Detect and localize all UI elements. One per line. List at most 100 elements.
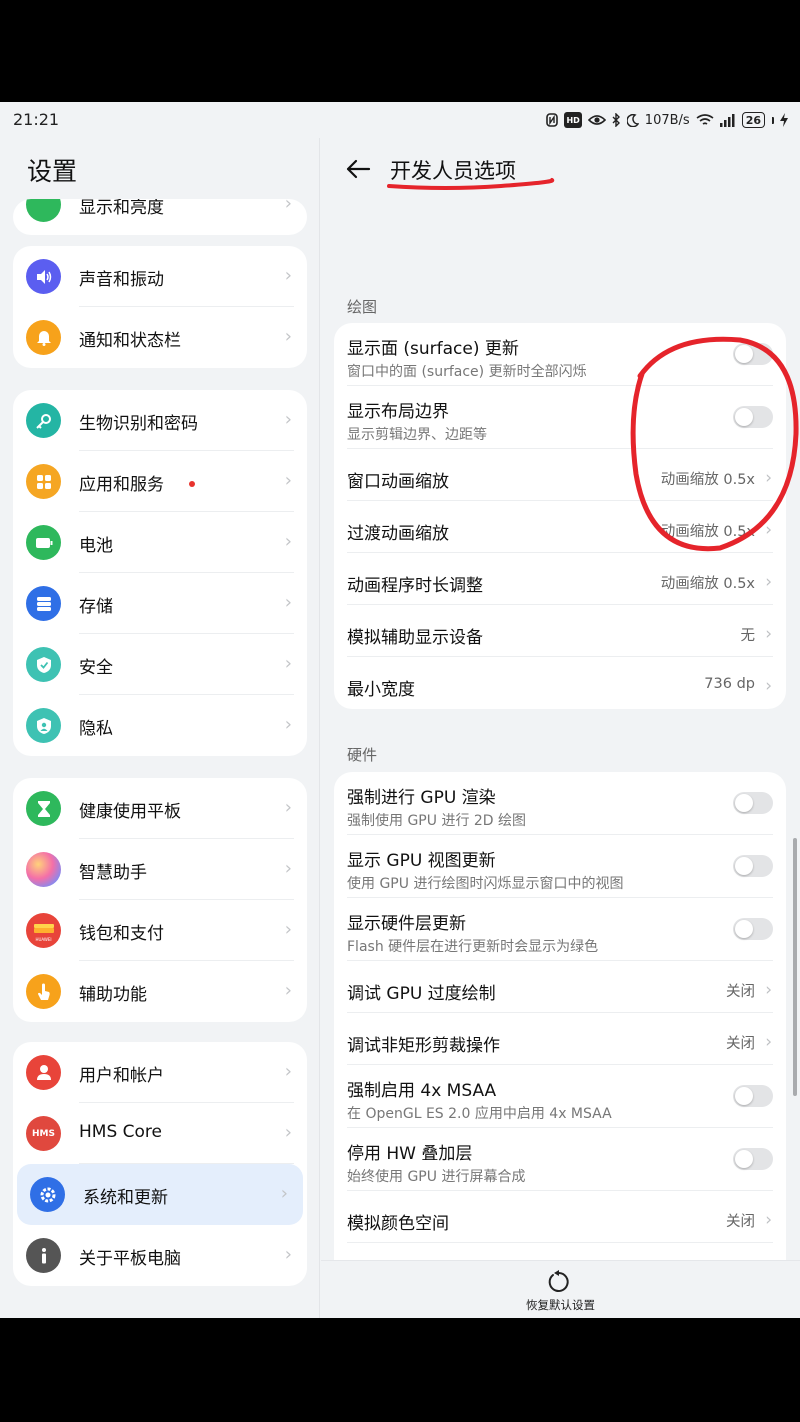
settings-item-label: 关于平板电脑 — [79, 1249, 181, 1269]
setting-title: 显示布局边界 — [347, 402, 449, 422]
settings-item-label: 显示和亮度 — [79, 199, 164, 218]
bell-icon — [26, 320, 61, 355]
settings-item-label: 存储 — [79, 597, 113, 617]
eye-icon — [587, 112, 606, 128]
setting-title: 显示 GPU 视图更新 — [347, 851, 496, 871]
net-speed: 107B/s — [644, 112, 690, 128]
chevron-right-icon: › — [284, 1122, 292, 1143]
settings-title: 设置 — [27, 157, 78, 186]
settings-item-key[interactable]: 生物识别和密码 › — [13, 390, 307, 451]
chevron-right-icon: › — [284, 1244, 292, 1265]
settings-item-hand[interactable]: 辅助功能 › — [13, 961, 307, 1022]
settings-item-speaker[interactable]: 声音和振动 › — [13, 246, 307, 307]
chevron-right-icon: › — [284, 919, 292, 940]
settings-group-2: 生物识别和密码 › 应用和服务 › 电池 › 存储 › 安全 › 隐私 › — [13, 390, 307, 756]
setting-value: 关闭 — [726, 1036, 755, 1052]
setting-title: 窗口动画缩放 — [347, 472, 449, 492]
chevron-right-icon: › — [765, 676, 772, 696]
setting-row[interactable]: 显示硬件层更新 Flash 硬件层在进行更新时会显示为绿色 — [347, 898, 773, 961]
chevron-right-icon: › — [765, 980, 772, 1000]
chevron-right-icon: › — [284, 265, 292, 286]
toggle-switch[interactable] — [733, 1148, 773, 1170]
reset-icon[interactable] — [546, 1269, 572, 1295]
status-time: 21:21 — [13, 110, 60, 129]
setting-value: 动画缩放 0.5x — [660, 576, 755, 592]
toggle-switch[interactable] — [733, 918, 773, 940]
setting-value: 关闭 — [726, 1214, 755, 1230]
settings-item-shield-check[interactable]: 安全 › — [13, 634, 307, 695]
settings-item-label: HMS Core — [79, 1122, 162, 1142]
scrollbar[interactable] — [793, 838, 797, 1096]
red-underline-annotation — [387, 178, 555, 190]
chevron-right-icon: › — [280, 1183, 288, 1204]
chevron-right-icon: › — [284, 592, 292, 613]
bottom-bar: 恢复默认设置 — [321, 1260, 800, 1318]
settings-item-user[interactable]: 用户和帐户 › — [13, 1042, 307, 1103]
setting-title: 显示面 (surface) 更新 — [347, 339, 519, 359]
setting-title: 模拟颜色空间 — [347, 1214, 449, 1234]
settings-item-apps[interactable]: 应用和服务 › — [13, 451, 307, 512]
section-label-hardware: 硬件 — [347, 746, 378, 764]
setting-row[interactable]: 调试非矩形剪裁操作 关闭 › — [347, 1013, 773, 1065]
settings-item-display[interactable]: 显示和亮度 › — [13, 199, 307, 235]
setting-title: 最小宽度 — [347, 680, 415, 700]
settings-item-label: 隐私 — [79, 719, 113, 739]
settings-item-info[interactable]: 关于平板电脑 › — [13, 1225, 307, 1286]
chevron-right-icon: › — [284, 980, 292, 1001]
signal-icon — [719, 112, 736, 128]
settings-item-gear[interactable]: 系统和更新 › — [17, 1164, 303, 1225]
toggle-switch[interactable] — [733, 855, 773, 877]
setting-row[interactable]: 模拟颜色空间 关闭 › — [347, 1191, 773, 1243]
setting-value: 无 — [740, 628, 756, 644]
settings-item-battery[interactable]: 电池 › — [13, 512, 307, 573]
setting-row[interactable]: 强制进行 GPU 渲染 强制使用 GPU 进行 2D 绘图 — [347, 772, 773, 835]
back-arrow-icon[interactable] — [343, 154, 373, 184]
settings-group-4: 用户和帐户 › HMS HMS Core › 系统和更新 › 关于平板电脑 › — [13, 1042, 307, 1286]
battery-icon: 26 — [741, 112, 765, 128]
setting-title: 显示硬件层更新 — [347, 914, 466, 934]
hd-icon: HD — [564, 112, 582, 128]
setting-row[interactable]: 最小宽度 736 dp › — [347, 657, 773, 709]
setting-row[interactable]: 显示 GPU 视图更新 使用 GPU 进行绘图时闪烁显示窗口中的视图 — [347, 835, 773, 898]
settings-item-hourglass[interactable]: 健康使用平板 › — [13, 778, 307, 839]
nfc-icon — [546, 112, 559, 128]
chevron-right-icon: › — [284, 470, 292, 491]
hardware-settings-card: 强制进行 GPU 渲染 强制使用 GPU 进行 2D 绘图 显示 GPU 视图更新使… — [334, 772, 786, 1295]
chevron-right-icon: › — [765, 624, 772, 644]
settings-item-wallet[interactable]: HUAWEI 钱包和支付 › — [13, 900, 307, 961]
settings-group-partial: 显示和亮度 › — [13, 199, 307, 235]
chevron-right-icon: › — [765, 1032, 772, 1052]
huawei-brand-text: HUAWEI — [35, 937, 52, 942]
wallet-icon: HUAWEI — [26, 913, 61, 948]
reset-defaults-button[interactable]: 恢复默认设置 — [321, 1297, 800, 1313]
setting-row[interactable]: 动画程序时长调整 动画缩放 0.5x › — [347, 553, 773, 605]
settings-item-hms[interactable]: HMS HMS Core › — [13, 1103, 307, 1164]
toggle-switch[interactable] — [733, 1085, 773, 1107]
sun-icon — [26, 199, 61, 222]
settings-group-1: 声音和振动 › 通知和状态栏 › — [13, 246, 307, 368]
setting-row[interactable]: 调试 GPU 过度绘制 关闭 › — [347, 961, 773, 1013]
chevron-right-icon: › — [284, 714, 292, 735]
setting-subtitle: 窗口中的面 (surface) 更新时全部闪烁 — [347, 364, 587, 380]
toggle-switch[interactable] — [733, 792, 773, 814]
setting-row[interactable]: 模拟辅助显示设备 无 › — [347, 605, 773, 657]
user-icon — [26, 1055, 61, 1090]
setting-row[interactable]: 强制启用 4x MSAA 在 OpenGL ES 2.0 应用中启用 4x MSA… — [347, 1065, 773, 1128]
shield-check-icon — [26, 647, 61, 682]
charging-icon — [780, 112, 788, 128]
chevron-right-icon: › — [284, 653, 292, 674]
settings-group-3: 健康使用平板 › 智慧助手 › HUAWEI 钱包和支付 › 辅助功能 › — [13, 778, 307, 1022]
hms-logo-text: HMS — [32, 1128, 55, 1139]
chevron-right-icon: › — [284, 1061, 292, 1082]
settings-item-label: 钱包和支付 — [79, 924, 164, 944]
setting-subtitle: 显示剪辑边界、边距等 — [347, 427, 487, 443]
settings-item-bell[interactable]: 通知和状态栏 › — [13, 307, 307, 368]
settings-item-label: 智慧助手 — [79, 863, 147, 883]
settings-item-storage[interactable]: 存储 › — [13, 573, 307, 634]
settings-item-privacy[interactable]: 隐私 › — [13, 695, 307, 756]
settings-item-label: 生物识别和密码 — [79, 414, 198, 434]
hms-icon: HMS — [26, 1116, 61, 1151]
settings-item-assistant[interactable]: 智慧助手 › — [13, 839, 307, 900]
moon-icon — [626, 112, 639, 128]
setting-row[interactable]: 停用 HW 叠加层 始终使用 GPU 进行屏幕合成 — [347, 1128, 773, 1191]
